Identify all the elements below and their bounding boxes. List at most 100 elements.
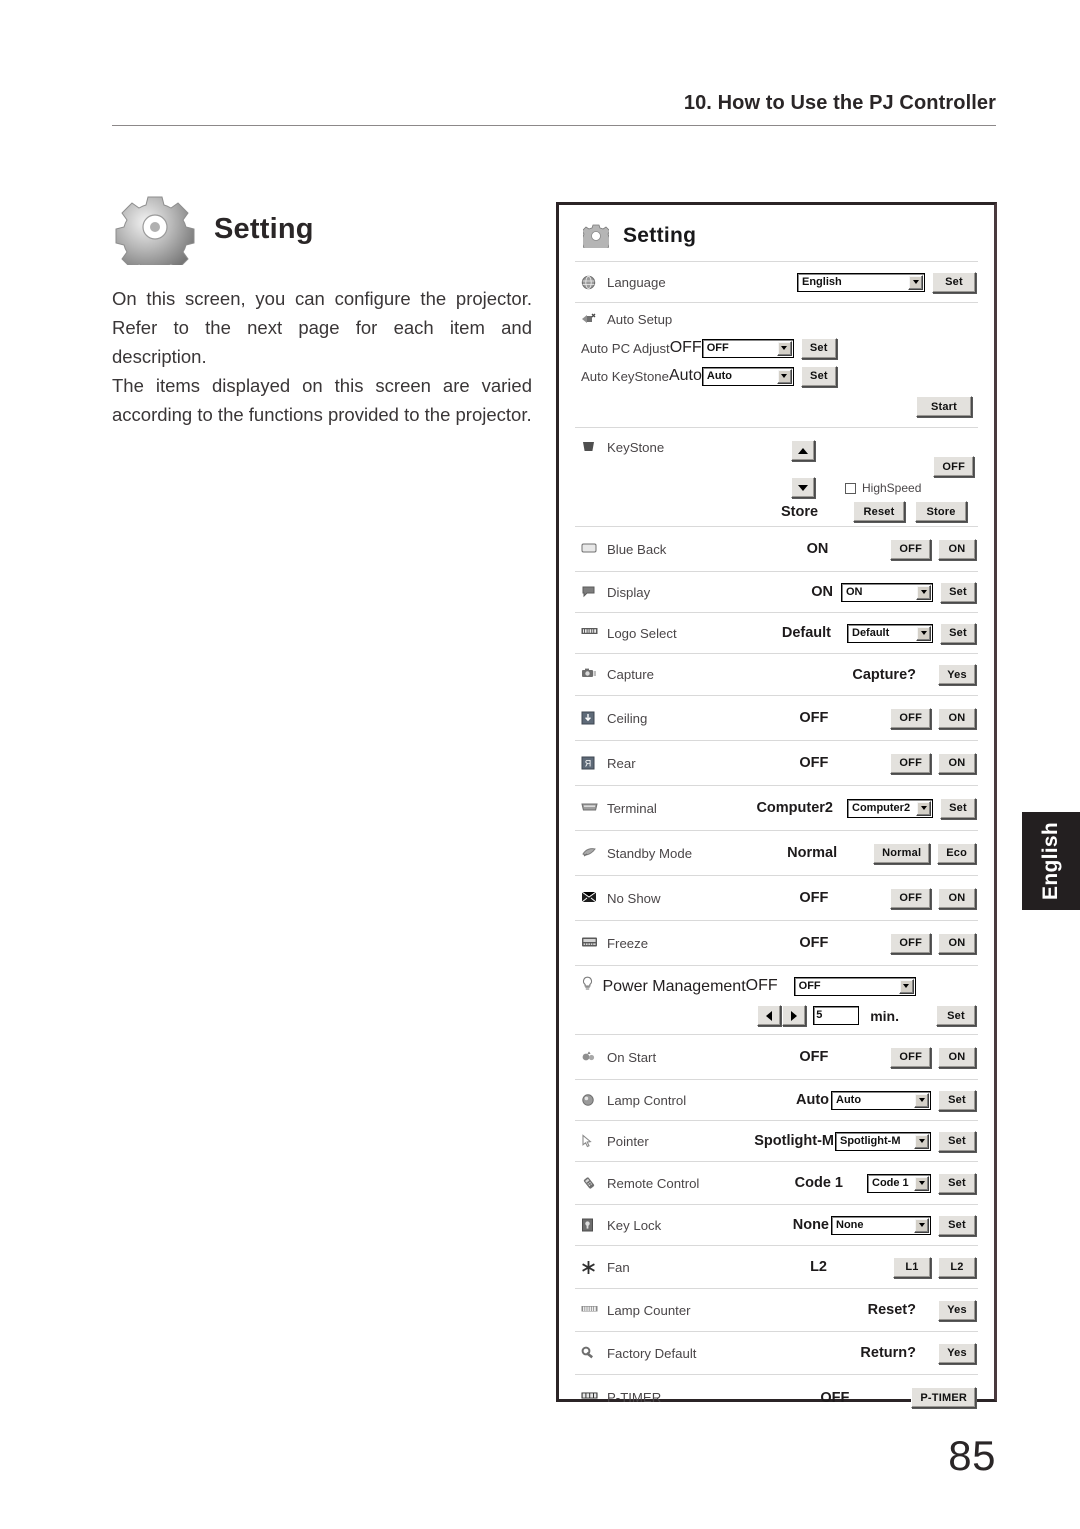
- keystone-store-button[interactable]: Store: [915, 501, 967, 522]
- language-set-button[interactable]: Set: [932, 271, 976, 293]
- keystone-down-button[interactable]: [791, 477, 815, 498]
- keystone-icon: [581, 440, 598, 455]
- pointer-set-button[interactable]: Set: [938, 1130, 976, 1152]
- highspeed-checkbox[interactable]: [845, 482, 856, 494]
- language-select[interactable]: English: [797, 272, 925, 292]
- keystone-reset-button[interactable]: Reset: [853, 501, 905, 522]
- keystone-off-button[interactable]: OFF: [933, 456, 974, 477]
- terminal-set-button[interactable]: Set: [940, 797, 976, 819]
- auto-keystone-value: Auto: [668, 367, 702, 384]
- keystone-highspeed-group[interactable]: HighSpeed: [845, 481, 921, 495]
- logo-select-dropdown[interactable]: Default: [847, 623, 933, 643]
- auto-pc-adjust-select[interactable]: OFF: [701, 338, 794, 358]
- capture-yes-button[interactable]: Yes: [938, 664, 976, 685]
- chevron-down-icon[interactable]: [914, 1217, 929, 1233]
- fan-l2-button[interactable]: L2: [938, 1256, 976, 1278]
- chevron-down-icon[interactable]: [914, 1175, 929, 1191]
- no-show-icon: [581, 891, 598, 906]
- auto-keystone-set-button[interactable]: Set: [800, 365, 837, 387]
- logo-select-set-button[interactable]: Set: [940, 622, 976, 644]
- capture-value: Capture?: [852, 666, 916, 683]
- auto-setup-start-button[interactable]: Start: [916, 396, 972, 417]
- chevron-down-icon[interactable]: [898, 978, 914, 994]
- chevron-down-icon[interactable]: [776, 340, 792, 356]
- chevron-down-icon[interactable]: [916, 625, 931, 641]
- display-set-button[interactable]: Set: [940, 581, 976, 603]
- chevron-down-icon[interactable]: [914, 1092, 929, 1108]
- section-auto-setup: Auto Setup Auto PC Adjust OFF OFF Set Au…: [575, 302, 978, 427]
- gear-icon: [112, 193, 198, 276]
- header-divider: [112, 125, 996, 126]
- ceiling-off-button[interactable]: OFF: [890, 707, 931, 729]
- left-text-column: Setting On this screen, you can configur…: [112, 190, 532, 429]
- freeze-on-button[interactable]: ON: [938, 932, 976, 954]
- on-start-off-button[interactable]: OFF: [890, 1046, 931, 1068]
- pointer-label: Pointer: [607, 1133, 649, 1149]
- lamp-control-select[interactable]: Auto: [831, 1090, 931, 1110]
- standby-normal-button[interactable]: Normal: [873, 842, 931, 864]
- blue-back-on-button[interactable]: ON: [938, 538, 976, 560]
- auto-pc-adjust-set-button[interactable]: Set: [800, 337, 837, 359]
- key-lock-set-button[interactable]: Set: [938, 1214, 976, 1236]
- factory-default-yes-button[interactable]: Yes: [938, 1342, 976, 1364]
- blue-back-off-button[interactable]: OFF: [890, 538, 931, 560]
- row-display: Display ON ON Set: [575, 571, 978, 612]
- display-select[interactable]: ON: [841, 582, 933, 602]
- factory-default-value: Return?: [860, 1345, 916, 1361]
- no-show-on-button[interactable]: ON: [938, 887, 976, 909]
- on-start-label: On Start: [607, 1049, 657, 1065]
- rear-icon: R: [581, 756, 598, 771]
- row-freeze: Freeze OFF OFF ON: [575, 920, 978, 965]
- rear-on-button[interactable]: ON: [938, 752, 976, 774]
- rear-off-button[interactable]: OFF: [890, 752, 931, 774]
- terminal-label: Terminal: [607, 800, 657, 816]
- p-timer-value: OFF: [820, 1389, 850, 1406]
- fan-l1-button[interactable]: L1: [893, 1256, 931, 1278]
- standby-mode-label-group: Standby Mode: [581, 846, 692, 861]
- fan-label-group: Fan: [581, 1260, 630, 1275]
- power-management-increment-button[interactable]: [782, 1005, 807, 1026]
- ceiling-on-button[interactable]: ON: [938, 707, 976, 729]
- chevron-down-icon[interactable]: [908, 274, 923, 290]
- logo-select-dropdown-value: Default: [852, 626, 890, 639]
- lamp-control-set-button[interactable]: Set: [938, 1089, 976, 1111]
- lamp-control-select-value: Auto: [836, 1093, 862, 1106]
- auto-setup-header: Auto Setup: [581, 312, 976, 327]
- p-timer-label-group: P-TIMER: [581, 1390, 661, 1405]
- remote-control-select[interactable]: Code 1: [867, 1173, 931, 1193]
- on-start-on-button[interactable]: ON: [938, 1046, 976, 1068]
- terminal-icon: [581, 801, 598, 816]
- rear-value: OFF: [799, 755, 829, 771]
- pointer-select-value: Spotlight-M: [840, 1134, 901, 1147]
- page-title: Setting: [214, 212, 314, 245]
- terminal-select[interactable]: Computer2: [847, 798, 933, 818]
- freeze-label-group: Freeze: [581, 936, 648, 951]
- remote-icon: [581, 1176, 598, 1191]
- power-management-minutes-input[interactable]: 5: [813, 1006, 860, 1025]
- row-standby-mode: Standby Mode Normal Normal Eco: [575, 830, 978, 875]
- no-show-off-button[interactable]: OFF: [890, 887, 931, 909]
- remote-control-set-button[interactable]: Set: [938, 1172, 976, 1194]
- section-title-row: Setting: [112, 190, 532, 276]
- power-management-decrement-button[interactable]: [757, 1005, 782, 1026]
- power-management-label: Power Management: [602, 978, 746, 995]
- pointer-label-group: Pointer: [581, 1134, 649, 1149]
- keystone-up-button[interactable]: [791, 440, 815, 461]
- lamp-counter-label-group: Lamp Counter: [581, 1303, 691, 1318]
- keystone-label: KeyStone: [607, 440, 665, 455]
- chevron-down-icon[interactable]: [916, 800, 931, 816]
- lamp-counter-yes-button[interactable]: Yes: [938, 1299, 976, 1321]
- pointer-select[interactable]: Spotlight-M: [835, 1131, 931, 1151]
- power-management-set-button[interactable]: Set: [936, 1005, 976, 1026]
- power-management-select[interactable]: OFF: [793, 976, 916, 996]
- standby-mode-value: Normal: [787, 845, 838, 861]
- chevron-down-icon[interactable]: [914, 1133, 929, 1149]
- chevron-down-icon[interactable]: [916, 584, 931, 600]
- chevron-down-icon[interactable]: [776, 368, 792, 384]
- auto-keystone-select[interactable]: Auto: [701, 366, 794, 386]
- standby-eco-button[interactable]: Eco: [937, 842, 976, 864]
- blue-back-label: Blue Back: [607, 541, 667, 557]
- p-timer-button[interactable]: P-TIMER: [911, 1387, 976, 1408]
- freeze-off-button[interactable]: OFF: [890, 932, 931, 954]
- key-lock-select[interactable]: None: [831, 1215, 931, 1235]
